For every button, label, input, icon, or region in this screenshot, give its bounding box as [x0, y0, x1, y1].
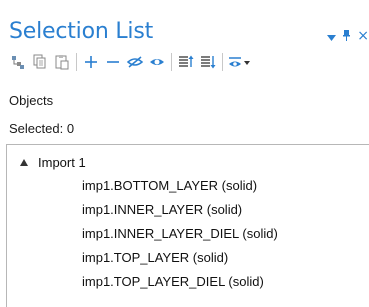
selection-tree-icon[interactable] [7, 52, 29, 72]
objects-label: Objects [9, 93, 54, 108]
tree-node-import-1[interactable]: Import 1 [38, 155, 86, 171]
selected-count: Selected: 0 [9, 121, 75, 136]
dropdown-menu-icon[interactable] [327, 26, 337, 45]
close-icon[interactable]: × [357, 29, 369, 43]
tree-item[interactable]: imp1.BOTTOM_LAYER (solid) [82, 178, 257, 194]
pin-icon[interactable] [343, 26, 351, 45]
remove-icon[interactable] [102, 52, 124, 72]
tree-item[interactable]: imp1.INNER_LAYER (solid) [82, 202, 242, 218]
paste-icon[interactable] [51, 52, 73, 72]
panel-title-controls: × [327, 26, 369, 45]
toolbar-separator [76, 53, 77, 71]
toolbar-separator [222, 53, 223, 71]
sort-ascending-icon[interactable] [175, 52, 197, 72]
tree-item[interactable]: imp1.TOP_LAYER (solid) [82, 250, 228, 266]
add-icon[interactable] [80, 52, 102, 72]
toolbar-separator [171, 53, 172, 71]
object-tree: Import 1 imp1.BOTTOM_LAYER (solid) imp1.… [6, 144, 369, 307]
hide-icon[interactable] [124, 52, 146, 72]
show-icon[interactable] [146, 52, 168, 72]
sort-descending-icon[interactable] [197, 52, 219, 72]
expand-collapse-icon[interactable] [20, 159, 28, 166]
tree-item[interactable]: imp1.TOP_LAYER_DIEL (solid) [82, 274, 264, 290]
toolbar [7, 52, 369, 72]
tree-item[interactable]: imp1.INNER_LAYER_DIEL (solid) [82, 226, 278, 242]
panel-title: Selection List [9, 19, 154, 44]
copy-icon[interactable] [29, 52, 51, 72]
visibility-options-icon[interactable] [226, 52, 252, 72]
